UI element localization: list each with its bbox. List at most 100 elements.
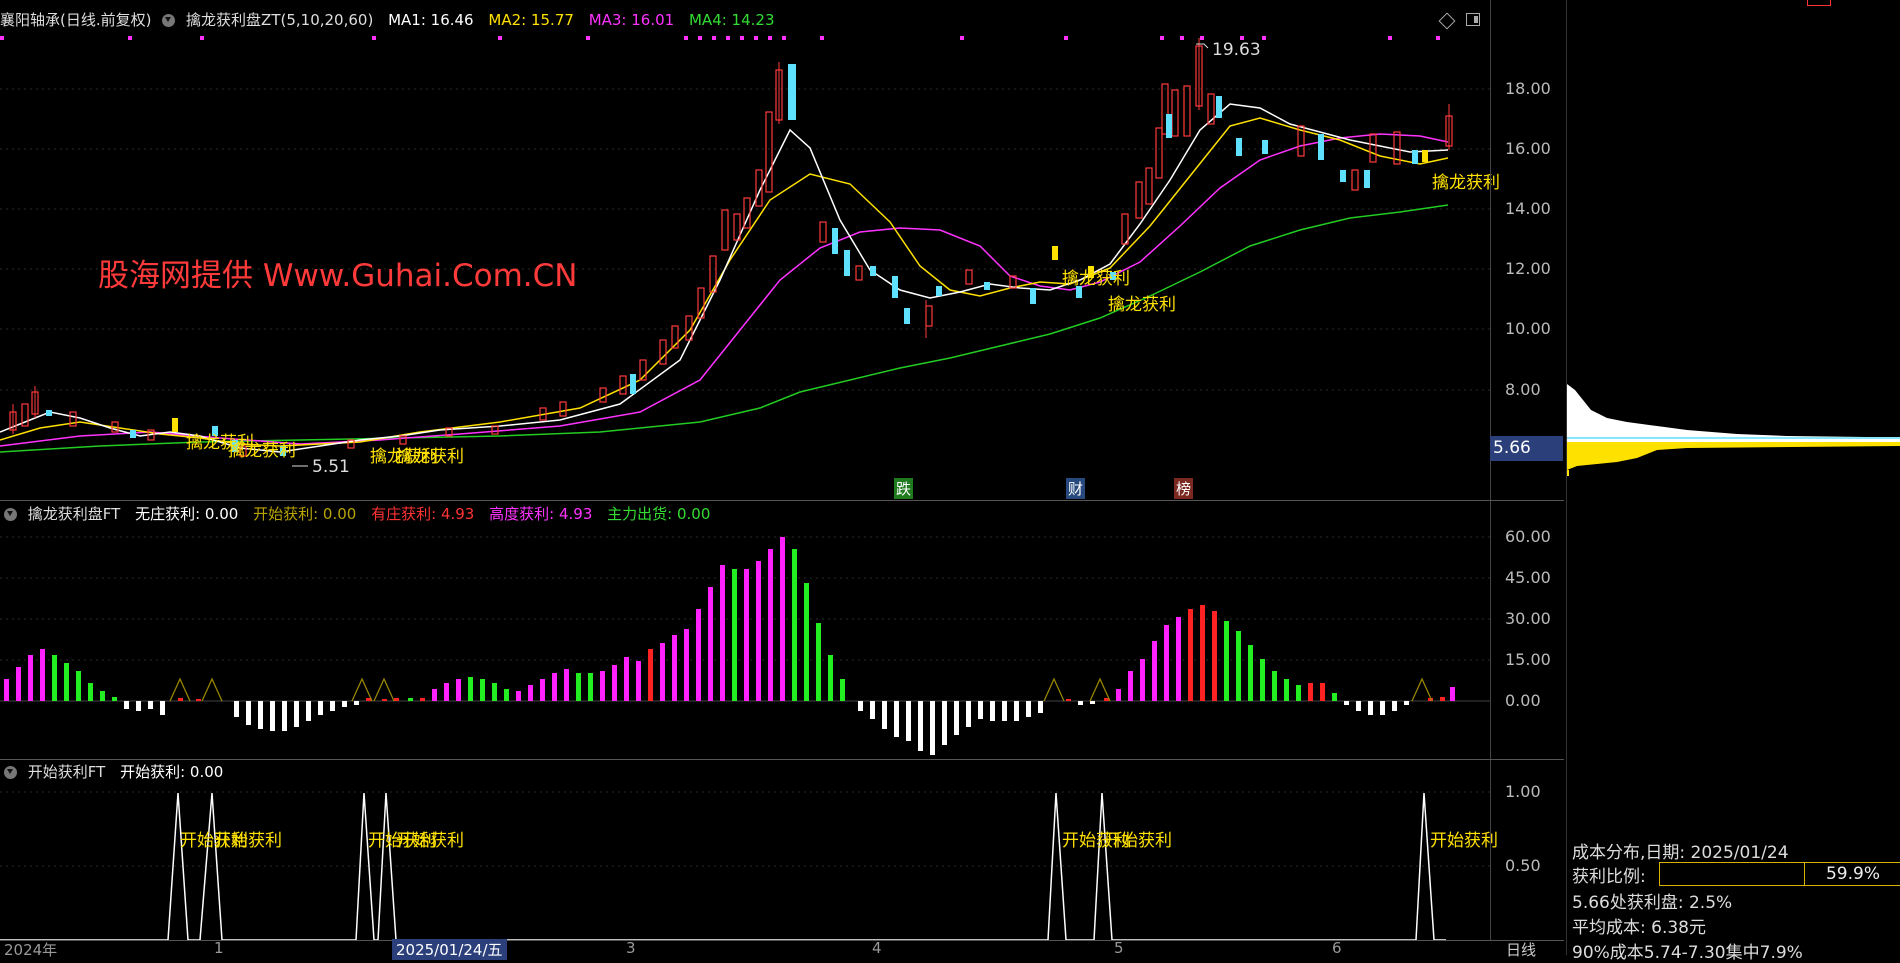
histogram-bar [148, 701, 153, 709]
histogram-bar [1002, 701, 1007, 721]
histogram-bar [1078, 701, 1083, 705]
histogram-bar [1164, 625, 1169, 701]
histogram-bar [1140, 659, 1145, 701]
xtick: 2024年 [4, 941, 58, 959]
histogram-bar [648, 649, 653, 701]
histogram-bar [88, 683, 93, 701]
histogram-bar [780, 537, 785, 701]
main-chart-panel[interactable]: 襄阳轴承(日线.前复权) 擒龙获利盘ZT(5,10,20,60) MA1: 16… [0, 0, 1564, 500]
histogram-bar [870, 701, 875, 719]
histogram-bar [1296, 685, 1301, 701]
signal-label-d: 开始获利 [396, 831, 464, 851]
histogram-bar [1272, 671, 1277, 701]
histogram-bar [1038, 701, 1043, 713]
histogram-bar [1284, 679, 1289, 701]
watermark-text: 股海网提供 Www.Guhai.Com.CN [98, 258, 578, 294]
histogram-bar [394, 698, 399, 701]
tag-bang[interactable]: 榜 [1174, 478, 1194, 499]
histogram-bar [124, 701, 129, 709]
histogram-bar [1404, 701, 1409, 705]
period-button[interactable]: 日线 [1506, 939, 1536, 960]
ytick: 14.00 [1505, 199, 1551, 218]
histogram-bar [342, 701, 347, 707]
histogram-bar [492, 683, 497, 701]
xtick: 5 [1114, 939, 1124, 957]
histogram-bar [894, 701, 899, 737]
histogram-bar [684, 629, 689, 701]
histogram-bar [732, 569, 737, 701]
sub2-panel[interactable]: 开始获利FT 开始获利: 0.00 开始获利 开始获利 开始获利 开始获利 开始… [0, 760, 1564, 940]
ytick: 30.00 [1505, 609, 1551, 628]
histogram-bar [660, 643, 665, 701]
xtick: 1 [214, 939, 224, 957]
histogram-bar [1344, 701, 1349, 705]
histogram-bar [1440, 697, 1445, 701]
ytick: 16.00 [1505, 139, 1551, 158]
ytick: 45.00 [1505, 568, 1551, 587]
histogram-bar [636, 661, 641, 701]
histogram-bar [612, 665, 617, 701]
histogram-bar [1224, 621, 1229, 701]
histogram-bar [468, 677, 473, 701]
histogram-bar [234, 701, 239, 717]
profit-ratio-fill [1660, 863, 1805, 885]
histogram-bar [100, 691, 105, 701]
cursor-date: 2025/01/24/五 [392, 939, 507, 960]
cost-date: 成本分布,日期: 2025/01/24 [1572, 843, 1789, 863]
histogram-bar [1236, 631, 1241, 701]
histogram-bar [246, 701, 251, 725]
low-price-label: 5.51 [312, 457, 350, 477]
histogram-bar [330, 701, 335, 711]
signal-label-4: 擒龙获利 [396, 447, 464, 467]
histogram-bar [408, 698, 413, 701]
histogram-bar [1152, 641, 1157, 701]
main-y-axis [1490, 0, 1565, 500]
histogram-bar [136, 701, 141, 711]
histogram-bar [672, 635, 677, 701]
histogram-bar [516, 691, 521, 701]
signal-label-5: 擒龙获利 [1062, 269, 1130, 289]
ytick: 0.50 [1505, 856, 1541, 875]
histogram-bar [160, 701, 165, 715]
histogram-bar [978, 701, 983, 719]
histogram-bar [1066, 699, 1071, 701]
profit-ratio-value: 59.9% [1825, 864, 1880, 884]
ratio-label: 获利比例: [1572, 867, 1646, 887]
histogram-bar [600, 671, 605, 701]
histogram-bar [966, 701, 971, 727]
histogram-bar [1090, 701, 1095, 704]
histogram-bar [720, 565, 725, 701]
tag-cai[interactable]: 财 [1066, 478, 1086, 499]
histogram-bar [990, 701, 995, 721]
histogram-bar [382, 699, 387, 701]
histogram-bar [306, 701, 311, 721]
signal-label-g: 开始获利 [1430, 831, 1498, 851]
sub1-panel[interactable]: 擒龙获利盘FT 无庄获利: 0.00 开始获利: 0.00 有庄获利: 4.93… [0, 501, 1564, 759]
histogram-bar [504, 689, 509, 701]
ytick: 60.00 [1505, 527, 1551, 546]
histogram-bar [40, 649, 45, 701]
tag-die[interactable]: 跌 [894, 478, 914, 499]
histogram-bar [1308, 683, 1313, 701]
histogram-bar [918, 701, 923, 751]
histogram-bar [444, 683, 449, 701]
histogram-bar [1380, 701, 1385, 715]
histogram-bar [1332, 693, 1337, 701]
histogram-bar [816, 623, 821, 701]
histogram-bar [456, 679, 461, 701]
histogram-bar [52, 655, 57, 701]
histogram-bar [76, 671, 81, 701]
histogram-bar [1014, 701, 1019, 721]
histogram-bar [1450, 687, 1455, 701]
xtick: 6 [1332, 939, 1342, 957]
histogram-bar [528, 685, 533, 701]
histogram-bar [756, 561, 761, 701]
histogram-bar [16, 667, 21, 701]
cost-distribution-panel: 成本分布,日期: 2025/01/24 获利比例: 59.9% 5.66处获利盘… [1566, 0, 1900, 963]
histogram-bar [576, 673, 581, 701]
histogram-bar [1176, 617, 1181, 701]
histogram-bar [432, 689, 437, 701]
histogram-bar [28, 655, 33, 701]
profit-histogram [0, 536, 1490, 755]
profit-at-price: 5.66处获利盘: 2.5% [1572, 893, 1733, 913]
